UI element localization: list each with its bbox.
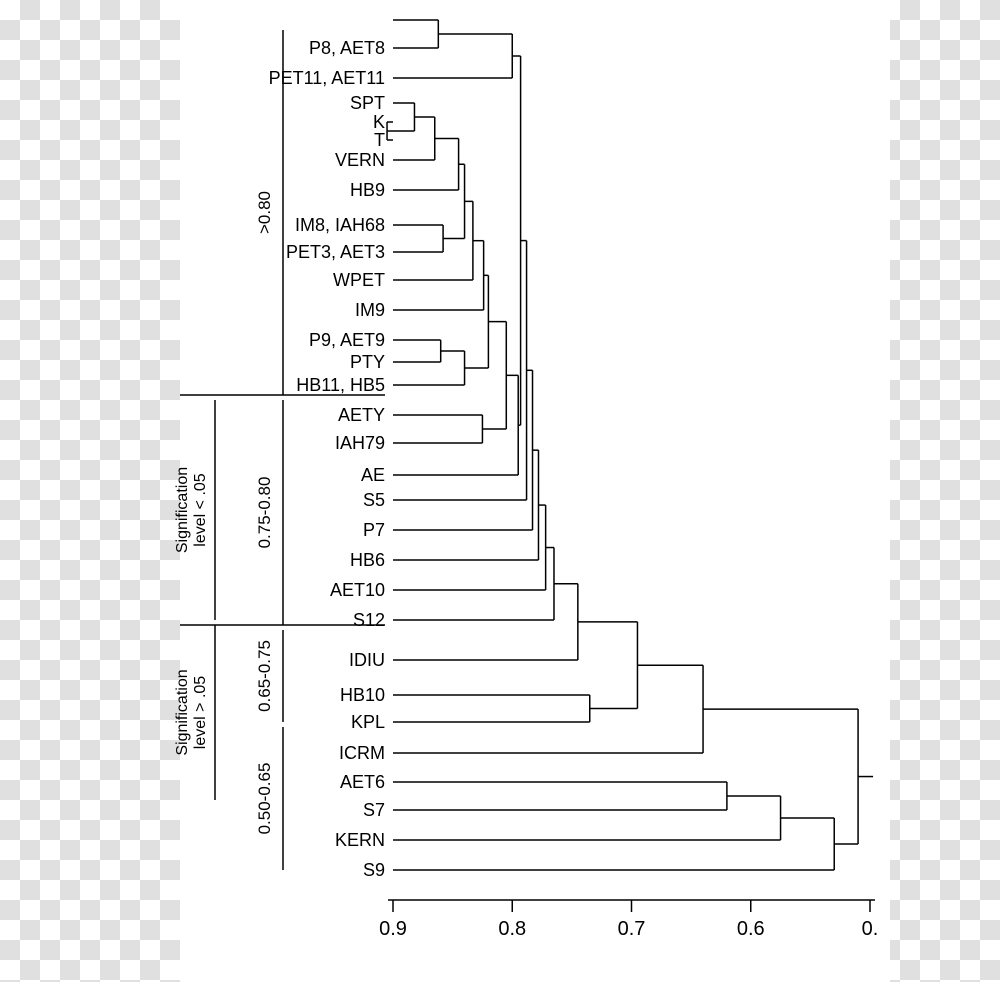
leaf-label: K — [373, 112, 385, 132]
leaf-label: PET3, AET3 — [286, 242, 385, 262]
dendrogram-lines — [387, 20, 873, 870]
leaf-label: ICRM — [339, 743, 385, 763]
svg-text:>0.80: >0.80 — [255, 191, 274, 234]
svg-text:level < .05: level < .05 — [192, 473, 209, 546]
leaf-label: KERN — [335, 830, 385, 850]
axis-tick: 0. — [862, 918, 879, 940]
dendrogram-chart: P8, AET8 PET11, AET11 SPTKTVERN HB9 IM8, IAH… — [0, 0, 1000, 982]
leaf-label: AETY — [338, 405, 385, 425]
leaf-label: S7 — [363, 800, 385, 820]
leaf-label: AET6 — [340, 772, 385, 792]
leaf-labels: P8, AET8 PET11, AET11 SPTKTVERN HB9 IM8, IAH… — [269, 38, 385, 880]
leaf-label: IAH79 — [335, 433, 385, 453]
leaf-label: P9, AET9 — [309, 330, 385, 350]
leaf-label: SPT — [350, 93, 385, 113]
leaf-label: HB6 — [350, 550, 385, 570]
leaf-label: P7 — [363, 520, 385, 540]
svg-text:0.50-0.65: 0.50-0.65 — [255, 763, 274, 835]
leaf-label: T — [374, 130, 385, 150]
axis-tick: 0.8 — [498, 918, 526, 940]
svg-text:0.65-0.75: 0.65-0.75 — [255, 640, 274, 712]
svg-text:0.75-0.80: 0.75-0.80 — [255, 477, 274, 549]
leaf-label: S12 — [353, 610, 385, 630]
leaf-label: VERN — [335, 150, 385, 170]
leaf-label: AET10 — [330, 580, 385, 600]
leaf-label: S5 — [363, 490, 385, 510]
leaf-label: AE — [361, 465, 385, 485]
leaf-label: IM9 — [355, 300, 385, 320]
leaf-label: S9 — [363, 860, 385, 880]
svg-text:Signification: Signification — [174, 669, 191, 755]
x-axis: 0.9 0.8 0.7 0.6 0. — [379, 900, 878, 940]
leaf-label: PTY — [350, 352, 385, 372]
leaf-label: IDIU — [349, 650, 385, 670]
axis-tick: 0.6 — [737, 918, 765, 940]
leaf-label: HB9 — [350, 180, 385, 200]
axis-tick: 0.7 — [618, 918, 646, 940]
leaf-label: IM8, IAH68 — [295, 215, 385, 235]
axis-tick: 0.9 — [379, 918, 407, 940]
leaf-label: HB11, HB5 — [296, 375, 385, 395]
leaf-label: KPL — [351, 712, 385, 732]
leaf-label: WPET — [333, 270, 385, 290]
svg-text:level > .05: level > .05 — [192, 676, 209, 749]
svg-text:Signification: Signification — [174, 467, 191, 553]
leaf-label: HB10 — [340, 685, 385, 705]
leaf-label: PET11, AET11 — [269, 68, 385, 88]
leaf-label: P8, AET8 — [309, 38, 385, 58]
